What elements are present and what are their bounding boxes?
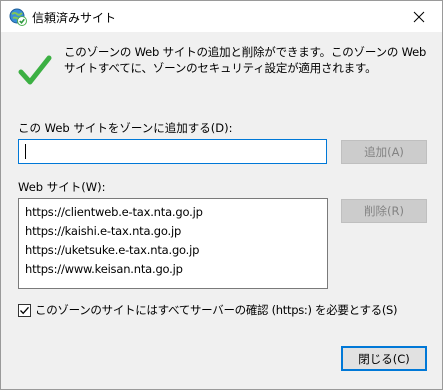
globe-check-icon — [9, 8, 27, 26]
text-caret — [25, 144, 26, 159]
close-window-button[interactable] — [396, 1, 442, 32]
require-https-option[interactable]: このゾーンのサイトにはすべてサーバーの確認 (https:) を必要とする(S) — [18, 302, 398, 318]
add-site-label: この Web サイトをゾーンに追加する(D): — [18, 121, 233, 135]
zone-description: このゾーンの Web サイトの追加と削除ができます。このゾーンの Web サイト… — [64, 45, 427, 75]
add-site-input[interactable] — [18, 139, 327, 164]
window-title: 信頼済みサイト — [32, 11, 117, 25]
green-checkmark-icon — [18, 54, 52, 88]
list-item[interactable]: https://www.keisan.nta.go.jp — [25, 260, 327, 279]
checkmark-icon — [20, 306, 29, 314]
remove-button[interactable]: 削除(R) — [341, 199, 427, 223]
trusted-sites-dialog: 信頼済みサイト このゾーンの Web サイトの追加と削除ができます。このゾーンの… — [0, 0, 443, 390]
require-https-label: このゾーンのサイトにはすべてサーバーの確認 (https:) を必要とする(S) — [35, 303, 398, 317]
sites-list-label: Web サイト(W): — [18, 180, 106, 194]
require-https-checkbox[interactable] — [18, 303, 31, 317]
add-button[interactable]: 追加(A) — [341, 140, 427, 164]
close-icon[interactable] — [413, 11, 425, 23]
sites-list[interactable]: https://clientweb.e-tax.nta.go.jp https:… — [18, 198, 328, 289]
list-item[interactable]: https://clientweb.e-tax.nta.go.jp — [25, 203, 327, 222]
list-item[interactable]: https://uketsuke.e-tax.nta.go.jp — [25, 241, 327, 260]
close-button[interactable]: 閉じる(C) — [341, 346, 427, 371]
list-item[interactable]: https://kaishi.e-tax.nta.go.jp — [25, 222, 327, 241]
title-bar: 信頼済みサイト — [1, 1, 442, 32]
